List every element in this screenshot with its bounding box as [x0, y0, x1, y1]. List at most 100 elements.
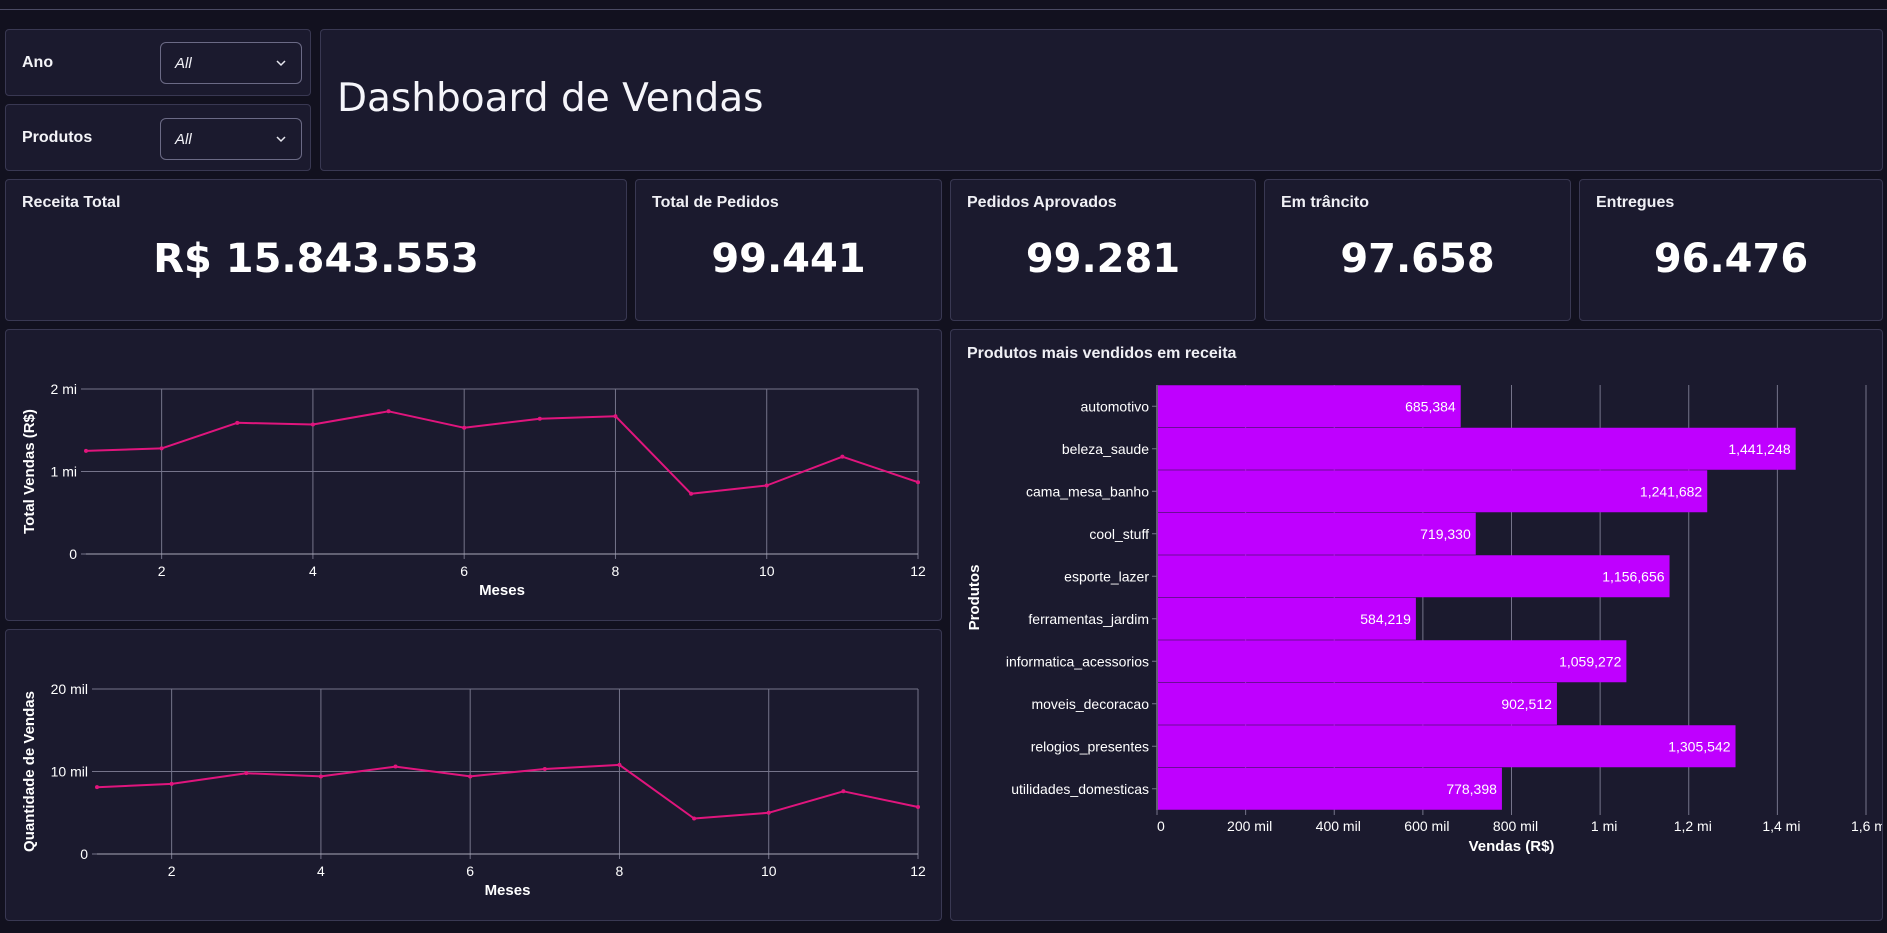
year-select-value: All [175, 54, 192, 72]
y-tick-label: ferramentas_jardim [1028, 611, 1149, 627]
y-tick-label: 2 mi [51, 381, 77, 397]
x-tick-label: 400 mil [1316, 818, 1361, 834]
data-point [84, 448, 88, 453]
top-products-bar-chart: 0 200 mil 400 mil 600 mil 800 mil 1 mi 1,2 mi 1… [966, 385, 1887, 855]
kpi-value: 99.441 [711, 236, 866, 282]
data-point [462, 425, 467, 430]
products-filter-card: Produtos All [5, 104, 311, 171]
kpi-card-approved: Pedidos Aprovados 99.281 [950, 179, 1256, 321]
x-tick-label: 1,2 mi [1674, 818, 1712, 834]
x-tick-label: 10 [761, 863, 777, 879]
kpi-label: Entregues [1596, 194, 1675, 211]
data-point [764, 483, 769, 488]
x-axis-title: Meses [485, 882, 531, 899]
y-tick-label: cama_mesa_banho [1026, 483, 1149, 499]
data-point [766, 810, 771, 815]
x-tick-label: 600 mil [1404, 818, 1449, 834]
x-tick-label: 2 [168, 863, 176, 879]
bar-value-label: 778,398 [1446, 781, 1497, 797]
data-point [95, 785, 99, 790]
kpi-label: Pedidos Aprovados [967, 194, 1117, 211]
chevron-down-icon [276, 60, 286, 67]
y-tick-label: esporte_lazer [1064, 568, 1149, 584]
sales-total-chart-card: 0 1 mi 2 mi 2 4 6 8 10 12 Meses Total Vendas (R$) [5, 329, 942, 621]
data-point [542, 767, 547, 772]
y-tick-label: utilidades_domesticas [1011, 781, 1149, 797]
kpi-card-revenue: Receita Total R$ 15.843.553 [5, 179, 627, 321]
y-tick-label: 0 [69, 546, 77, 562]
bar [1158, 470, 1708, 513]
series-line [85, 410, 919, 495]
sales-quantity-line-chart: 0 10 mil 20 mil 2 4 6 8 10 12 Meses Quantidade de … [21, 681, 926, 899]
kpi-value: 96.476 [1653, 236, 1809, 282]
y-axis-title: Quantidade de Vendas [21, 691, 38, 852]
title-card: Dashboard de Vendas [320, 29, 1883, 171]
y-tick-label: 0 [80, 846, 88, 862]
bar-value-label: 719,330 [1420, 526, 1471, 542]
y-tick-label: 20 mil [51, 681, 88, 697]
products-select[interactable]: All [160, 118, 302, 160]
data-point [169, 781, 174, 786]
top-divider [0, 9, 1887, 10]
data-point [692, 816, 697, 821]
data-point [310, 422, 315, 427]
products-filter-label: Produtos [22, 129, 93, 146]
x-tick-label: 4 [317, 863, 325, 879]
y-tick-label: moveis_decoracao [1031, 696, 1149, 712]
data-point [916, 480, 920, 485]
bar [1158, 555, 1670, 598]
data-point [613, 414, 618, 419]
kpi-value: 99.281 [1025, 236, 1181, 282]
bar-value-label: 1,441,248 [1728, 441, 1790, 457]
series-line [96, 763, 919, 820]
x-tick-label: 12 [910, 563, 926, 579]
bar [1158, 427, 1796, 470]
bar-value-label: 1,156,656 [1602, 568, 1664, 584]
y-tick-label: beleza_saude [1062, 441, 1149, 457]
year-filter-card: Ano All [5, 29, 311, 96]
bar [1158, 682, 1557, 725]
data-point [916, 804, 920, 809]
x-tick-label: 4 [309, 563, 317, 579]
top-products-chart-card: Produtos mais vendidos em receita 0 200 m… [950, 329, 1887, 921]
y-tick-label: 10 mil [51, 764, 88, 780]
data-point [244, 771, 249, 776]
data-point [468, 774, 473, 779]
bar-value-label: 902,512 [1501, 696, 1552, 712]
x-tick-label: 1,6 mi [1851, 818, 1882, 834]
x-tick-label: 8 [612, 563, 620, 579]
kpi-card-delivered: Entregues 96.476 [1579, 179, 1883, 321]
bar [1158, 640, 1627, 683]
x-tick-label: 200 mil [1227, 818, 1272, 834]
x-tick-label: 12 [910, 863, 926, 879]
y-tick-label: relogios_presentes [1031, 738, 1149, 754]
year-filter-label: Ano [22, 54, 54, 71]
chart-title: Produtos mais vendidos em receita [967, 345, 1237, 362]
page-title: Dashboard de Vendas [337, 76, 764, 121]
x-tick-label: 1 mi [1591, 818, 1617, 834]
kpi-value: R$ 15.843.553 [153, 236, 479, 282]
bar-value-label: 685,384 [1405, 398, 1456, 414]
x-tick-label: 8 [616, 863, 624, 879]
y-tick-label: cool_stuff [1089, 526, 1149, 542]
data-point [393, 764, 398, 769]
kpi-card-in-transit: Em trâncito 97.658 [1264, 179, 1571, 321]
data-point [840, 454, 845, 459]
data-point [386, 409, 391, 414]
data-point [689, 491, 694, 496]
x-tick-label: 6 [466, 863, 474, 879]
x-tick-label: 10 [759, 563, 775, 579]
y-axis-title: Produtos [966, 565, 983, 631]
data-point [318, 774, 323, 779]
x-tick-label: 0 [1157, 818, 1165, 834]
y-tick-label: informatica_acessorios [1006, 653, 1149, 669]
products-select-value: All [175, 130, 192, 148]
year-select[interactable]: All [160, 42, 302, 84]
x-tick-label: 2 [158, 563, 166, 579]
data-point [841, 789, 846, 794]
kpi-label: Em trâncito [1281, 194, 1370, 211]
x-axis-title: Meses [479, 582, 525, 599]
data-point [537, 416, 542, 421]
x-tick-label: 1,4 mi [1762, 818, 1800, 834]
data-point [235, 420, 240, 425]
